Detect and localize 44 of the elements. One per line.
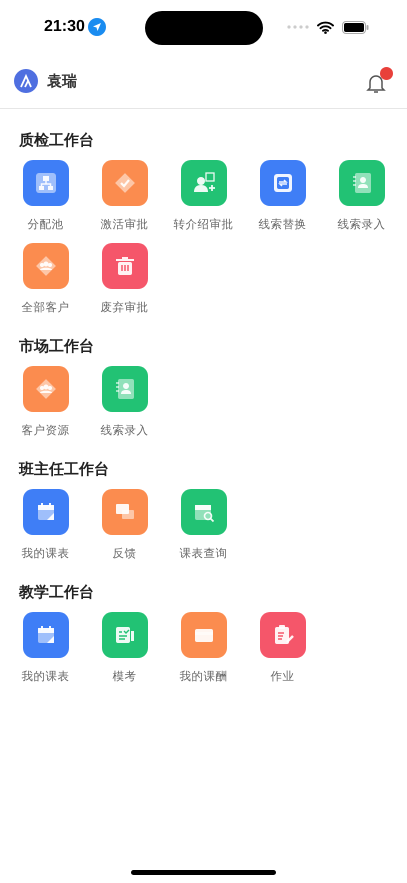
- app-tile[interactable]: [260, 160, 306, 206]
- app-label: 线索替换: [258, 216, 306, 232]
- app-tile[interactable]: [260, 612, 306, 658]
- app-tile[interactable]: [22, 160, 68, 206]
- app-label: 分配池: [28, 216, 64, 232]
- wifi-icon: [317, 20, 334, 34]
- app-tile[interactable]: [180, 612, 226, 658]
- section-title: 班主任工作台: [18, 460, 110, 478]
- app-tile[interactable]: [338, 160, 384, 206]
- app-tile[interactable]: [102, 243, 148, 289]
- app-label: 我的课表: [22, 545, 70, 561]
- app-label: 废弃审批: [100, 299, 148, 315]
- section-title: 质检工作台: [18, 131, 95, 149]
- app-label: 客户资源: [22, 422, 70, 438]
- app-label: 模考: [112, 668, 136, 684]
- user-name: 袁瑞: [47, 72, 77, 90]
- app-label: 线索录入: [100, 422, 148, 438]
- app-tile[interactable]: [102, 612, 148, 658]
- status-time: 21:30: [44, 18, 85, 36]
- app-label: 线索录入: [338, 216, 386, 232]
- app-tile[interactable]: [22, 366, 68, 412]
- location-icon: [88, 18, 106, 36]
- app-tile[interactable]: [102, 160, 148, 206]
- app-label: 我的课表: [22, 668, 70, 684]
- app-label: 课表查询: [180, 545, 228, 561]
- app-tile[interactable]: [22, 243, 68, 289]
- signal-icon: [287, 25, 309, 29]
- app-tile[interactable]: [102, 489, 148, 535]
- app-label: 作业: [270, 668, 294, 684]
- logo-icon: [14, 69, 38, 93]
- app-tile[interactable]: [180, 489, 226, 535]
- app-tile[interactable]: [22, 489, 68, 535]
- app-tile[interactable]: [180, 160, 226, 206]
- app-label: 激活审批: [100, 216, 148, 232]
- app-label: 转介绍审批: [174, 216, 234, 232]
- app-label: 我的课酬: [180, 668, 228, 684]
- notification-bell[interactable]: [365, 67, 393, 95]
- app-label: 反馈: [112, 545, 136, 561]
- battery-icon: [342, 20, 369, 34]
- app-label: 全部客户: [22, 299, 70, 315]
- app-tile[interactable]: [102, 366, 148, 412]
- app-tile[interactable]: [22, 612, 68, 658]
- section-title: 教学工作台: [18, 583, 95, 601]
- section-title: 市场工作台: [18, 337, 95, 355]
